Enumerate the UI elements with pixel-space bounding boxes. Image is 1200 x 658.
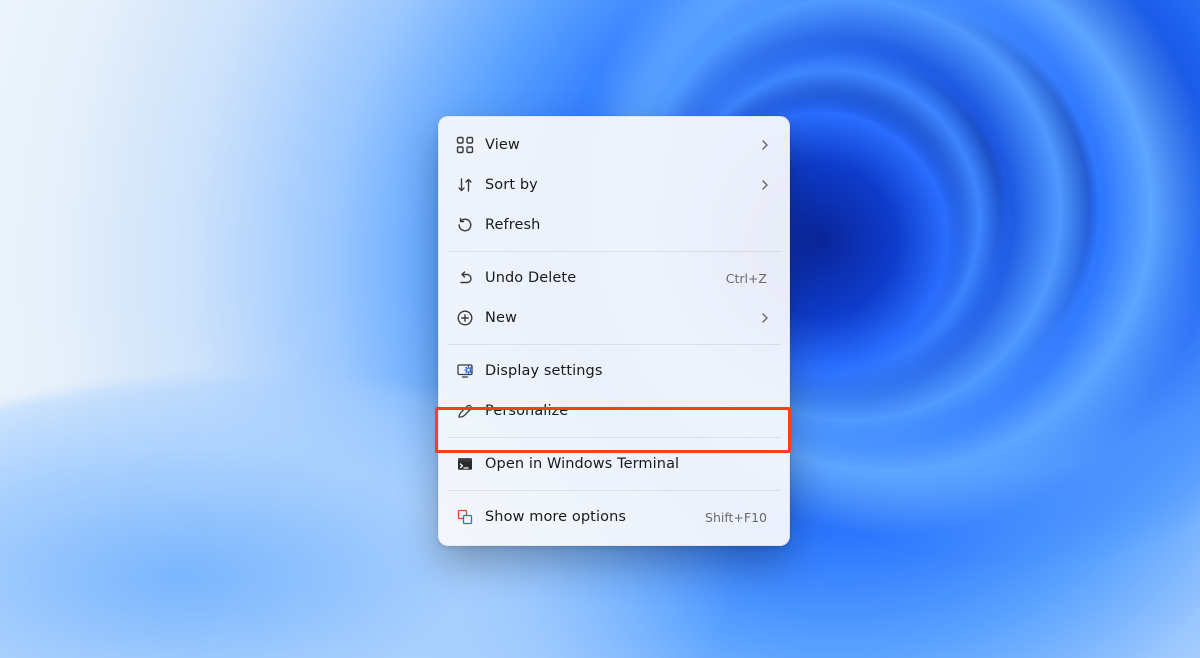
desktop-context-menu: View Sort by (438, 116, 790, 546)
menu-item-open-terminal[interactable]: Open in Windows Terminal (445, 444, 783, 484)
menu-item-label: New (479, 310, 759, 326)
menu-item-personalize[interactable]: Personalize (445, 391, 783, 431)
terminal-icon (451, 450, 479, 478)
new-icon (451, 304, 479, 332)
menu-item-label: View (479, 137, 759, 153)
desktop-background[interactable]: View Sort by (0, 0, 1200, 658)
menu-item-display-settings[interactable]: Display settings (445, 351, 783, 391)
menu-group: Display settings Personalize (445, 349, 783, 433)
chevron-right-icon (759, 312, 773, 324)
menu-item-label: Open in Windows Terminal (479, 456, 773, 472)
menu-item-shortcut: Shift+F10 (705, 510, 773, 525)
menu-separator (447, 251, 781, 252)
menu-group: View Sort by (445, 123, 783, 247)
menu-item-label: Undo Delete (479, 270, 726, 286)
menu-item-shortcut: Ctrl+Z (726, 271, 773, 286)
menu-item-label: Sort by (479, 177, 759, 193)
menu-item-show-more-options[interactable]: Show more options Shift+F10 (445, 497, 783, 537)
menu-item-view[interactable]: View (445, 125, 783, 165)
menu-group: Open in Windows Terminal (445, 442, 783, 486)
menu-item-label: Show more options (479, 509, 705, 525)
grid-icon (451, 131, 479, 159)
sort-icon (451, 171, 479, 199)
personalize-icon (451, 397, 479, 425)
menu-separator (447, 437, 781, 438)
menu-separator (447, 344, 781, 345)
display-settings-icon (451, 357, 479, 385)
show-more-icon (451, 503, 479, 531)
menu-item-label: Display settings (479, 363, 773, 379)
menu-item-label: Personalize (479, 403, 773, 419)
menu-separator (447, 490, 781, 491)
menu-item-sort-by[interactable]: Sort by (445, 165, 783, 205)
chevron-right-icon (759, 179, 773, 191)
menu-item-refresh[interactable]: Refresh (445, 205, 783, 245)
chevron-right-icon (759, 139, 773, 151)
refresh-icon (451, 211, 479, 239)
menu-item-label: Refresh (479, 217, 773, 233)
menu-group: Show more options Shift+F10 (445, 495, 783, 539)
menu-group: Undo Delete Ctrl+Z New (445, 256, 783, 340)
menu-item-new[interactable]: New (445, 298, 783, 338)
menu-item-undo[interactable]: Undo Delete Ctrl+Z (445, 258, 783, 298)
undo-icon (451, 264, 479, 292)
